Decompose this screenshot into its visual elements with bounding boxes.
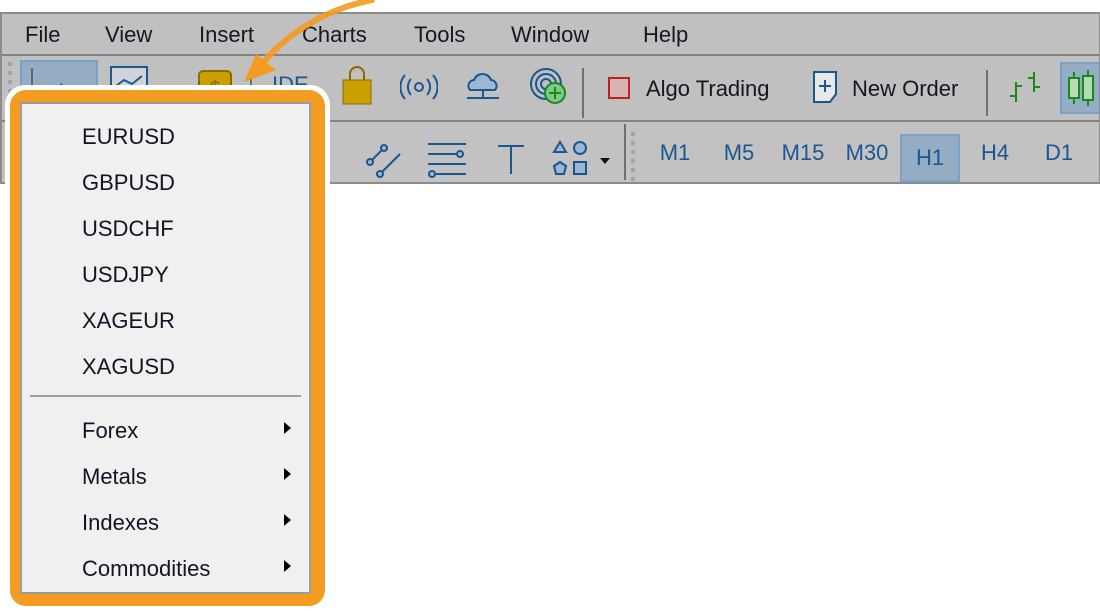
menu-window[interactable]: Window	[511, 22, 589, 48]
new-order-icon	[812, 70, 840, 109]
candlestick-chart-button[interactable]	[1060, 62, 1100, 114]
text-icon	[498, 145, 524, 174]
bar-chart-button[interactable]	[1008, 70, 1048, 109]
shapes-icon	[552, 140, 610, 175]
symbols-dropdown-menu: EURUSD GBPUSD USDCHF USDJPY XAGEUR XAGUS…	[20, 102, 311, 594]
horizontal-lines-icon	[428, 143, 466, 178]
menu-separator	[30, 395, 301, 397]
cloud-network-icon	[467, 73, 499, 99]
menu-item-forex[interactable]: Forex	[82, 418, 138, 444]
candlestick-icon	[1068, 70, 1094, 106]
trendline-button[interactable]	[362, 140, 404, 185]
new-order-button[interactable]: New Order	[852, 76, 958, 102]
fibonacci-button[interactable]	[426, 142, 468, 183]
bar-chart-icon	[1010, 72, 1040, 102]
algo-trading-button[interactable]: Algo Trading	[646, 76, 770, 102]
signals-button[interactable]	[399, 72, 439, 107]
algo-trading-icon	[608, 77, 630, 104]
menu-item-commodities[interactable]: Commodities	[82, 556, 210, 582]
menu-tools[interactable]: Tools	[414, 22, 465, 48]
text-tool-button[interactable]	[496, 144, 526, 181]
dropdown-arrow-icon	[600, 158, 610, 164]
submenu-arrow-icon	[284, 560, 291, 572]
timeframe-m15[interactable]: M15	[775, 140, 831, 166]
menu-help[interactable]: Help	[643, 22, 688, 48]
toolbar-separator	[624, 124, 626, 180]
timeframe-d1[interactable]: D1	[1031, 140, 1087, 166]
register-account-button[interactable]	[528, 66, 568, 111]
timeframe-h1[interactable]: H1	[900, 134, 960, 182]
submenu-arrow-icon	[284, 422, 291, 434]
timeframe-m5[interactable]: M5	[711, 140, 767, 166]
toolbar-separator	[986, 70, 988, 116]
toolbar-grip[interactable]	[631, 132, 635, 181]
timeframe-h4[interactable]: H4	[967, 140, 1023, 166]
shapes-button[interactable]	[552, 140, 622, 185]
menu-item-xageur[interactable]: XAGEUR	[82, 308, 175, 334]
menu-item-xagusd[interactable]: XAGUSD	[82, 354, 175, 380]
menu-item-eurusd[interactable]: EURUSD	[82, 124, 175, 150]
vps-button[interactable]	[464, 68, 502, 109]
submenu-arrow-icon	[284, 514, 291, 526]
broadcast-icon	[399, 74, 439, 100]
timeframe-m30[interactable]: M30	[839, 140, 895, 166]
menu-item-usdjpy[interactable]: USDJPY	[82, 262, 169, 288]
submenu-arrow-icon	[284, 468, 291, 480]
trendline-icon	[366, 144, 401, 178]
toolbar-separator	[582, 68, 584, 118]
menu-item-indexes[interactable]: Indexes	[82, 510, 159, 536]
menu-item-usdchf[interactable]: USDCHF	[82, 216, 174, 242]
menu-item-gbpusd[interactable]: GBPUSD	[82, 170, 175, 196]
add-signal-icon	[530, 68, 566, 104]
timeframe-m1[interactable]: M1	[647, 140, 703, 166]
menu-item-metals[interactable]: Metals	[82, 464, 147, 490]
